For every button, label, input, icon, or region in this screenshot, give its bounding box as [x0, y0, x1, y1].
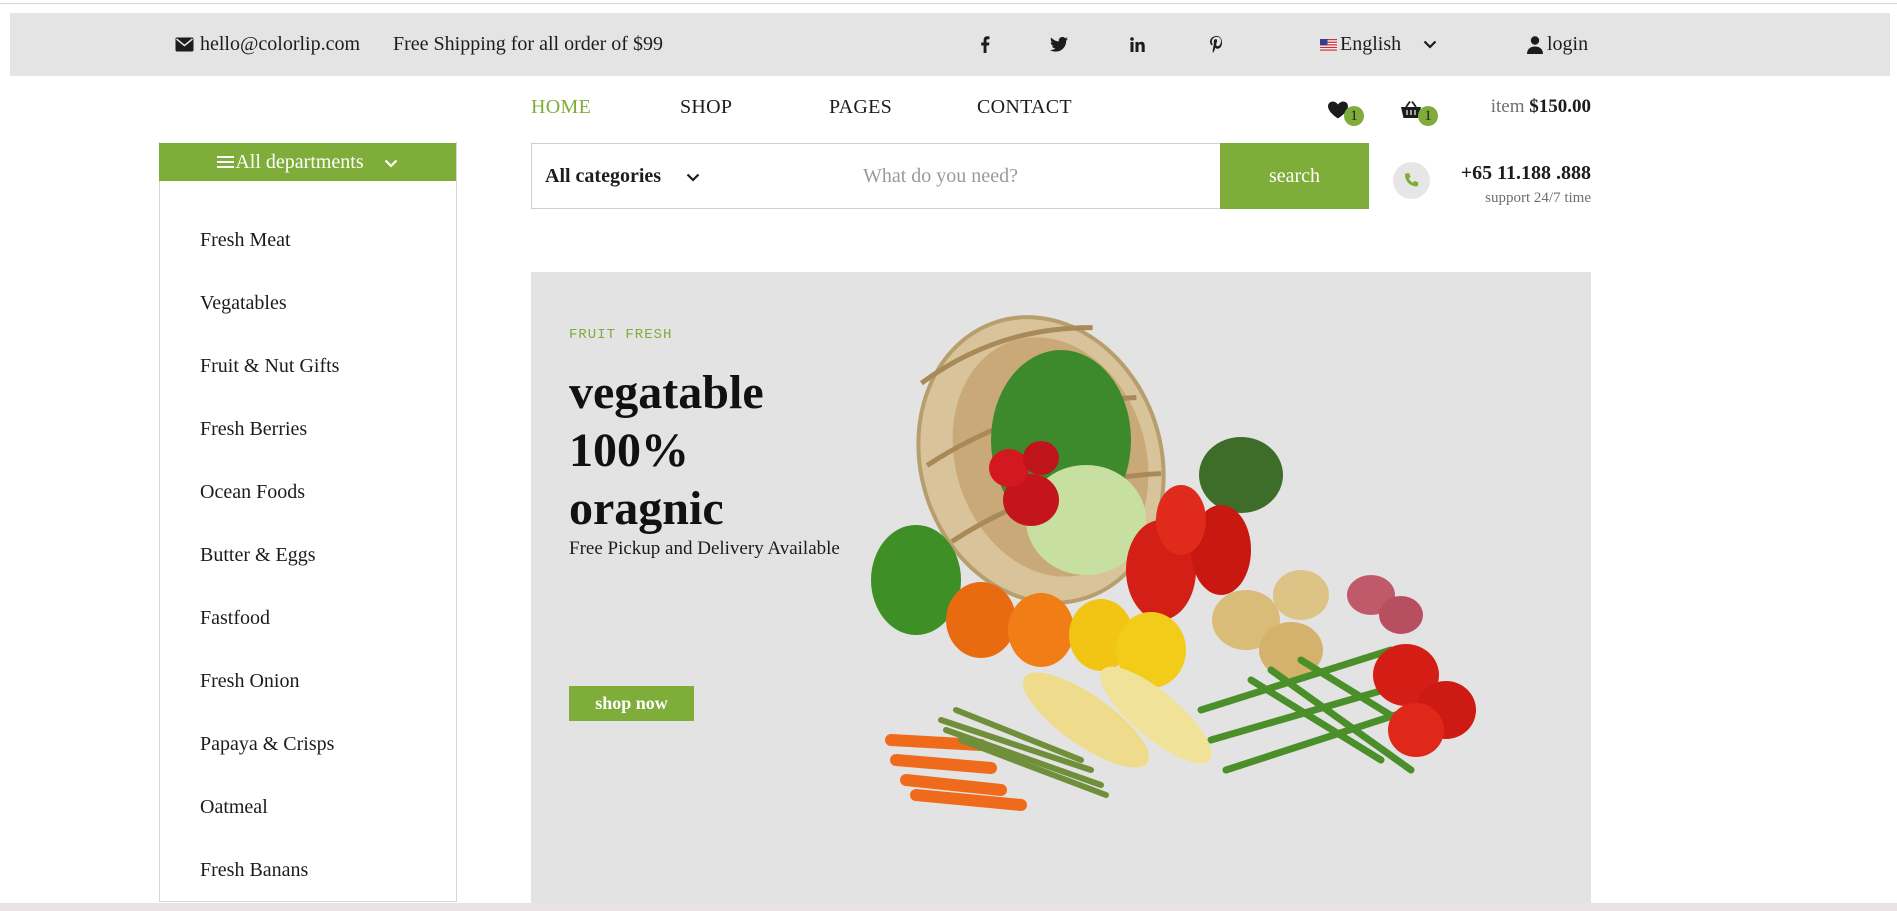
department-item[interactable]: Fresh Berries	[200, 401, 339, 464]
envelope-icon	[175, 37, 194, 52]
language-label: English	[1340, 33, 1402, 55]
cart-total-amount: $150.00	[1529, 96, 1591, 117]
search-form: All categories search	[531, 143, 1369, 209]
chevron-down-icon	[1423, 40, 1437, 49]
pinterest-icon[interactable]	[1210, 13, 1223, 76]
department-item[interactable]: Fresh Meat	[200, 212, 339, 275]
user-icon	[1527, 35, 1543, 54]
twitter-icon[interactable]	[1050, 13, 1068, 76]
nav-pages[interactable]: PAGES	[829, 96, 892, 119]
department-item[interactable]: Fresh Banans	[200, 842, 339, 905]
department-item[interactable]: Ocean Foods	[200, 464, 339, 527]
hero-eyebrow: FRUIT FRESH	[569, 327, 673, 343]
language-selector[interactable]: English	[1320, 13, 1437, 76]
search-input[interactable]	[829, 143, 1221, 209]
phone-icon	[1393, 162, 1430, 199]
hero-banner: FRUIT FRESH vegatable 100% oragnic Free …	[531, 272, 1591, 911]
facebook-icon[interactable]	[980, 13, 990, 76]
hero-title-line: oragnic	[569, 482, 724, 535]
menu-icon	[217, 153, 235, 171]
department-item[interactable]: Butter & Eggs	[200, 527, 339, 590]
department-item[interactable]: Fastfood	[200, 590, 339, 653]
shipping-notice: Free Shipping for all order of $99	[393, 33, 663, 55]
all-departments-toggle[interactable]: All departments	[159, 143, 456, 181]
hero-title-line: vegatable	[569, 366, 764, 419]
category-select-label: All categories	[545, 164, 662, 187]
hero-title-line: 100%	[569, 424, 689, 477]
hero-title: vegatable 100% oragnic	[569, 364, 764, 538]
login-link[interactable]: login	[1527, 13, 1588, 76]
linkedin-icon[interactable]	[1130, 13, 1145, 76]
login-label: login	[1547, 33, 1589, 55]
nav-home[interactable]: HOME	[531, 96, 591, 119]
hero-subtitle: Free Pickup and Delivery Available	[569, 538, 840, 559]
support-phone[interactable]: +65 11.188 .888	[1461, 162, 1591, 185]
bottom-edge	[0, 903, 1897, 911]
department-item[interactable]: Fruit & Nut Gifts	[200, 338, 339, 401]
nav-shop[interactable]: SHOP	[680, 96, 732, 119]
top-divider	[0, 3, 1897, 4]
chevron-down-icon	[686, 165, 700, 188]
us-flag-icon	[1320, 38, 1337, 51]
chevron-down-icon	[384, 151, 398, 174]
department-item[interactable]: Oatmeal	[200, 779, 339, 842]
shop-now-button[interactable]: shop now	[569, 686, 694, 721]
department-item[interactable]: Papaya & Crisps	[200, 716, 339, 779]
department-item[interactable]: Fresh Onion	[200, 653, 339, 716]
all-departments-label: All departments	[235, 150, 364, 173]
cart-item-label: item	[1490, 96, 1525, 117]
search-button[interactable]: search	[1220, 143, 1369, 209]
support-note: support 24/7 time	[1485, 190, 1591, 206]
cart-button[interactable]: 1	[1400, 98, 1438, 126]
departments-list: Fresh Meat Vegatables Fruit & Nut Gifts …	[200, 212, 339, 905]
header-top-bar: hello@colorlip.com Free Shipping for all…	[10, 13, 1890, 76]
cart-count-badge: 1	[1418, 106, 1438, 126]
wishlist-count-badge: 1	[1344, 106, 1364, 126]
vegetable-basket-image	[871, 315, 1476, 811]
department-item[interactable]: Vegatables	[200, 275, 339, 338]
category-select[interactable]: All categories	[531, 143, 830, 209]
nav-contact[interactable]: CONTACT	[977, 96, 1072, 119]
email-contact[interactable]: hello@colorlip.com	[175, 13, 360, 76]
cart-total: item $150.00	[1491, 96, 1591, 118]
wishlist-button[interactable]: 1	[1328, 98, 1364, 126]
email-text: hello@colorlip.com	[200, 33, 361, 55]
